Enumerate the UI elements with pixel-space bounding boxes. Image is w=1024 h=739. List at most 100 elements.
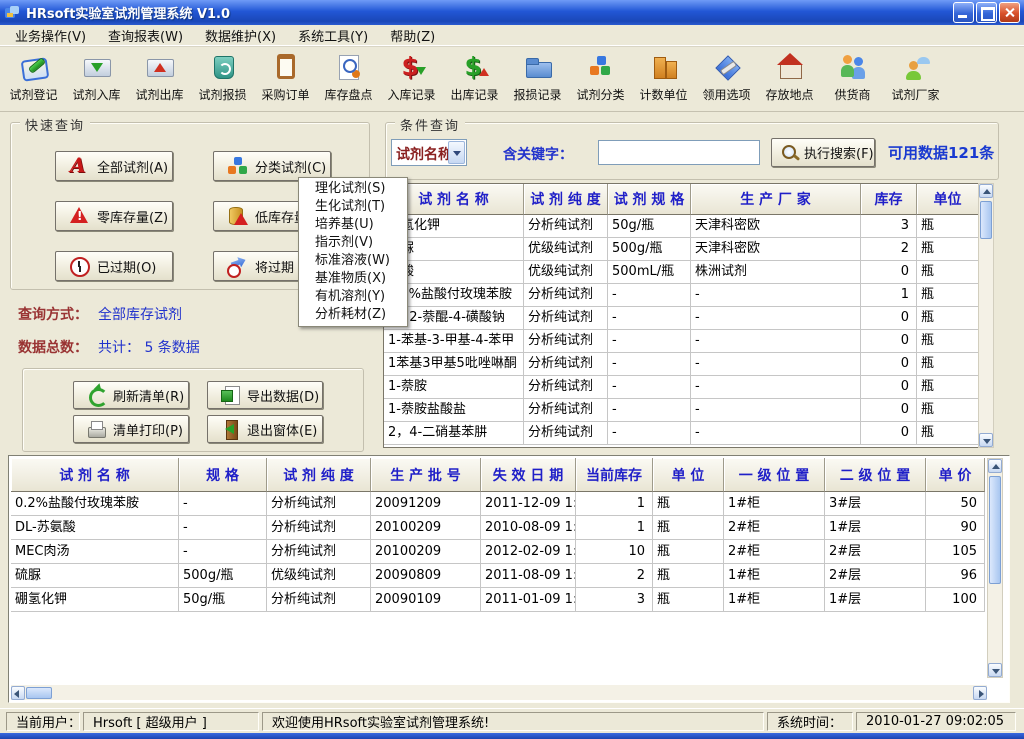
column-header[interactable]: 二 级 位 置	[825, 458, 926, 492]
toolbar-button[interactable]: 试剂厂家	[884, 52, 947, 111]
column-header[interactable]: 单 价	[926, 458, 985, 492]
cell-reagent-name: 2，4-二硝基苯肼	[384, 422, 524, 445]
menu-item[interactable]: 有机溶剂(Y)	[299, 288, 407, 306]
column-header[interactable]: 库存	[861, 184, 917, 215]
menu-item[interactable]: 理化试剂(S)	[299, 180, 407, 198]
scrollbar-thumb[interactable]	[26, 687, 52, 699]
toolbar-button[interactable]: 试剂报损	[191, 52, 254, 111]
column-header[interactable]: 单 位	[653, 458, 724, 492]
stock-out-icon	[145, 52, 175, 82]
maximize-button[interactable]	[976, 2, 997, 23]
detail-table-vscrollbar[interactable]	[987, 458, 1003, 678]
table-row[interactable]: 硫脲 优级纯试剂 500g/瓶 天津科密欧 2 瓶	[384, 238, 978, 261]
cell-unit: 瓶	[917, 330, 979, 353]
toolbar-button[interactable]: 计数单位	[632, 52, 695, 111]
toolbar-button[interactable]: 试剂登记	[2, 52, 65, 111]
column-header[interactable]: 试 剂 规 格	[608, 184, 691, 215]
cell-manufacturer: -	[691, 353, 861, 376]
menu-item[interactable]: 分析耗材(Z)	[299, 306, 407, 324]
menu-item[interactable]: 基准物质(X)	[299, 270, 407, 288]
toolbar-button[interactable]: 试剂入库	[65, 52, 128, 111]
table-row[interactable]: DL-苏氨酸 - 分析纯试剂 20100209 2010-08-09 1: 1 …	[11, 516, 985, 540]
all-reagents-button[interactable]: 全部试剂(A)	[55, 151, 173, 181]
toolbar-button[interactable]: 报损记录	[506, 52, 569, 111]
column-header[interactable]: 规 格	[179, 458, 267, 492]
toolbar-button-label: 报损记录	[513, 86, 561, 103]
scroll-up-icon[interactable]	[979, 184, 993, 198]
toolbar-button-label: 领用选项	[702, 86, 750, 103]
stock-table-scrollbar[interactable]	[978, 183, 994, 448]
table-row[interactable]: 1-苯基-3-甲基-4-苯甲 分析纯试剂 - - 0 瓶	[384, 330, 978, 353]
cell-manufacturer: -	[691, 376, 861, 399]
menu-item[interactable]: 帮助(Z)	[379, 24, 446, 47]
supplier-icon	[838, 52, 868, 82]
menu-item[interactable]: 业务操作(V)	[4, 24, 97, 47]
keyword-input[interactable]	[598, 140, 760, 165]
category-reagents-label: 分类试剂(C)	[255, 157, 326, 176]
menu-item[interactable]: 系统工具(Y)	[287, 24, 379, 47]
menu-item[interactable]: 指示剂(V)	[299, 234, 407, 252]
current-user-label: 当前用户：	[6, 712, 80, 731]
scroll-left-icon[interactable]	[11, 686, 25, 700]
column-header[interactable]: 试 剂 纯 度	[524, 184, 608, 215]
toolbar-button[interactable]: 出库记录	[443, 52, 506, 111]
toolbar-button[interactable]: 供货商	[821, 52, 884, 111]
exit-window-button[interactable]: 退出窗体(E)	[207, 415, 323, 443]
export-data-button[interactable]: 导出数据(D)	[207, 381, 323, 409]
cell-spec: -	[179, 516, 267, 540]
expired-button[interactable]: 已过期(O)	[55, 251, 173, 281]
scroll-right-icon[interactable]	[973, 686, 987, 700]
scroll-down-icon[interactable]	[979, 433, 993, 447]
stock-check-icon	[334, 52, 364, 82]
menu-item[interactable]: 培养基(U)	[299, 216, 407, 234]
available-count: 可用数据121条	[888, 142, 994, 163]
field-selector[interactable]: 试剂名称	[391, 139, 467, 166]
close-button[interactable]	[999, 2, 1020, 23]
scroll-up-icon[interactable]	[988, 459, 1002, 473]
column-header[interactable]: 生 产 批 号	[371, 458, 481, 492]
toolbar-button[interactable]: 库存盘点	[317, 52, 380, 111]
letter-a-icon	[68, 155, 90, 177]
table-row[interactable]: 硫脲 500g/瓶 优级纯试剂 20090809 2011-08-09 1: 2…	[11, 564, 985, 588]
table-row[interactable]: 1苯基3甲基5吡唑啉酮 分析纯试剂 - - 0 瓶	[384, 353, 978, 376]
column-header[interactable]: 单位	[917, 184, 979, 215]
print-list-button[interactable]: 清单打印(P)	[73, 415, 189, 443]
detail-table-hscrollbar[interactable]	[11, 685, 987, 700]
table-row[interactable]: MEC肉汤 - 分析纯试剂 20100209 2012-02-09 1: 10 …	[11, 540, 985, 564]
toolbar-button[interactable]: 存放地点	[758, 52, 821, 111]
table-row[interactable]: 2，4-二硝基苯肼 分析纯试剂 - - 0 瓶	[384, 422, 978, 445]
column-header[interactable]: 一 级 位 置	[724, 458, 825, 492]
exit-icon	[220, 419, 240, 439]
column-header[interactable]: 生 产 厂 家	[691, 184, 861, 215]
table-row[interactable]: 硼氢化钾 50g/瓶 分析纯试剂 20090109 2011-01-09 1: …	[11, 588, 985, 612]
column-header[interactable]: 试 剂 纯 度	[267, 458, 371, 492]
table-row[interactable]: 0.2%盐酸付玫瑰苯胺 - 分析纯试剂 20091209 2011-12-09 …	[11, 492, 985, 516]
column-header[interactable]: 失 效 日 期	[481, 458, 576, 492]
welcome-message: 欢迎使用HRsoft实验室试剂管理系统!	[262, 712, 764, 731]
table-row[interactable]: 硼氢化钾 分析纯试剂 50g/瓶 天津科密欧 3 瓶	[384, 215, 978, 238]
chevron-down-icon[interactable]	[448, 141, 465, 164]
table-row[interactable]: 1，2-萘醌-4-磺酸钠 分析纯试剂 - - 0 瓶	[384, 307, 978, 330]
table-row[interactable]: 1-萘胺 分析纯试剂 - - 0 瓶	[384, 376, 978, 399]
toolbar-button[interactable]: 入库记录	[380, 52, 443, 111]
table-row[interactable]: 1-萘胺盐酸盐 分析纯试剂 - - 0 瓶	[384, 399, 978, 422]
scrollbar-thumb[interactable]	[980, 201, 992, 239]
toolbar-button[interactable]: 领用选项	[695, 52, 758, 111]
column-header[interactable]: 试 剂 名 称	[11, 458, 179, 492]
search-button[interactable]: 执行搜索(F)	[771, 138, 875, 167]
minimize-button[interactable]	[953, 2, 974, 23]
menu-item[interactable]: 标准溶液(W)	[299, 252, 407, 270]
refresh-list-button[interactable]: 刷新清单(R)	[73, 381, 189, 409]
menu-item[interactable]: 生化试剂(T)	[299, 198, 407, 216]
table-row[interactable]: 0.2%盐酸付玫瑰苯胺 分析纯试剂 - - 1 瓶	[384, 284, 978, 307]
toolbar-button[interactable]: 试剂出库	[128, 52, 191, 111]
menu-item[interactable]: 数据维护(X)	[194, 24, 287, 47]
scrollbar-thumb[interactable]	[989, 476, 1001, 584]
toolbar-button[interactable]: 采购订单	[254, 52, 317, 111]
column-header[interactable]: 当前库存	[576, 458, 653, 492]
menu-item[interactable]: 查询报表(W)	[97, 24, 194, 47]
table-row[interactable]: 盐酸 优级纯试剂 500mL/瓶 株洲试剂 0 瓶	[384, 261, 978, 284]
scroll-down-icon[interactable]	[988, 663, 1002, 677]
zero-stock-button[interactable]: 零库存量(Z)	[55, 201, 173, 231]
toolbar-button[interactable]: 试剂分类	[569, 52, 632, 111]
